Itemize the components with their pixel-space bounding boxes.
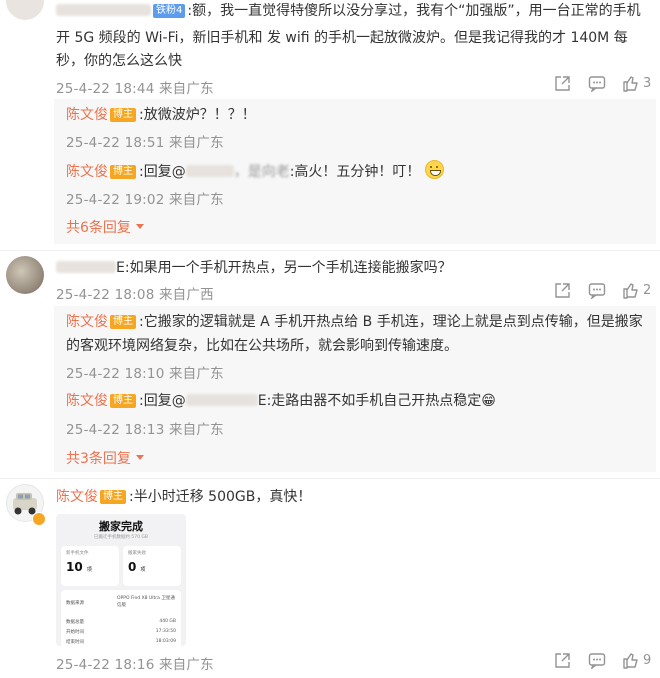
- reply-text: 陈文俊 博主:放微波炉？！？！: [66, 107, 256, 123]
- comment-text-line: 秒，你的怎么这么快: [56, 53, 182, 69]
- avatar[interactable]: [6, 0, 44, 20]
- comment-icon: [588, 653, 606, 669]
- stat-card: 新手机文件 10 项: [61, 546, 119, 586]
- more-replies-link[interactable]: 共6条回复: [66, 217, 145, 237]
- reply-author[interactable]: 陈文俊: [66, 164, 108, 180]
- like-button[interactable]: 3: [622, 75, 651, 92]
- avatar[interactable]: [6, 256, 44, 294]
- fan-badge: 铁粉4: [153, 4, 186, 18]
- like-count: 9: [643, 653, 652, 668]
- reply-text-line: 的客观环境网络复杂，比如在公共场所，就会影响到传输速度。: [66, 338, 458, 354]
- comment-time: 25-4-22 18:16 来自广东: [56, 657, 214, 673]
- host-badge: 博主: [110, 315, 136, 329]
- image-title: 搬家完成: [99, 520, 143, 533]
- reply-time: 25-4-22 18:13 来自广东: [66, 422, 224, 438]
- host-badge: 博主: [110, 108, 136, 122]
- host-badge: 博主: [100, 490, 126, 504]
- comment-text: 陈文俊 博主:半小时迁移 500GB，真快！: [56, 489, 312, 505]
- reply-author[interactable]: 陈文俊: [66, 314, 108, 330]
- reply-author[interactable]: 陈文俊: [66, 107, 108, 123]
- comment-button[interactable]: [588, 75, 606, 92]
- reply-text: 陈文俊 博主:回复@ ，是向老:高火！五分钟！叮！: [66, 160, 444, 183]
- host-badge: 博主: [110, 394, 136, 408]
- reply-text: 陈文俊 博主:回复@ E:走路由器不如手机自己开热点稳定😁: [66, 393, 496, 409]
- thumbs-up-icon: [623, 653, 638, 669]
- share-button[interactable]: [554, 282, 571, 299]
- comment-button[interactable]: [588, 652, 606, 669]
- info-card: 数据来源 OPPO Find X8 Ultra 卫星通信版 数据总量 440 G…: [61, 590, 181, 646]
- share-button[interactable]: [554, 652, 571, 669]
- comment-text: 铁粉4:额，我一直觉得特傻所以没分享过，我有个“加强版”，用一台正常的手机: [56, 0, 656, 22]
- like-count: 3: [643, 76, 652, 91]
- share-button[interactable]: [554, 75, 571, 92]
- share-icon: [555, 283, 570, 298]
- host-badge: 博主: [110, 165, 136, 179]
- thumbs-up-icon: [623, 76, 638, 92]
- username-blurred[interactable]: [56, 4, 151, 16]
- username-blurred[interactable]: [185, 394, 258, 406]
- image-subtitle: 已搬迁手机数据约 570 GB: [93, 535, 149, 540]
- caret-down-icon: [136, 455, 145, 460]
- like-button[interactable]: 9: [622, 652, 651, 669]
- reply-text: 陈文俊 博主:它搬家的逻辑就是 A 手机开热点给 B 手机连，理论上就是点到点传输…: [66, 314, 643, 330]
- comment-time: 25-4-22 18:08 来自广西: [56, 287, 214, 303]
- comment-button[interactable]: [588, 282, 606, 299]
- share-icon: [555, 653, 570, 668]
- reply-time: 25-4-22 18:10 来自广东: [66, 366, 224, 382]
- username-blurred[interactable]: [56, 261, 116, 273]
- comment-text-line: 开 5G 频段的 Wi-Fi，新旧手机和 发 wifi 的手机一起放微波炉。但是…: [56, 30, 628, 46]
- comment-text: E:如果用一个手机开热点，另一个手机连接能搬家吗？: [56, 257, 452, 279]
- reply-time: 25-4-22 19:02 来自广东: [66, 192, 224, 208]
- reply-author[interactable]: 陈文俊: [66, 393, 108, 409]
- attached-image[interactable]: 搬家完成 已搬迁手机数据约 570 GB 新手机文件 10 项 搬家失败 0 项…: [56, 514, 186, 646]
- username-blurred[interactable]: [185, 165, 234, 177]
- verified-badge-icon: [32, 512, 46, 526]
- like-button[interactable]: 2: [622, 282, 651, 299]
- comment-icon: [588, 283, 606, 299]
- divider: [0, 478, 660, 479]
- stat-card: 搬家失败 0 项: [123, 546, 181, 586]
- comment-author[interactable]: 陈文俊: [56, 489, 98, 505]
- caret-down-icon: [136, 224, 145, 229]
- reply-time: 25-4-22 18:51 来自广东: [66, 135, 224, 151]
- comment-icon: [588, 76, 606, 92]
- more-replies-link[interactable]: 共3条回复: [66, 448, 145, 468]
- comment-time: 25-4-22 18:44 来自广东: [56, 81, 214, 97]
- share-icon: [555, 76, 570, 91]
- grin-emoji-icon: [424, 160, 444, 179]
- thumbs-up-icon: [623, 283, 638, 299]
- divider: [0, 250, 660, 251]
- like-count: 2: [643, 283, 652, 298]
